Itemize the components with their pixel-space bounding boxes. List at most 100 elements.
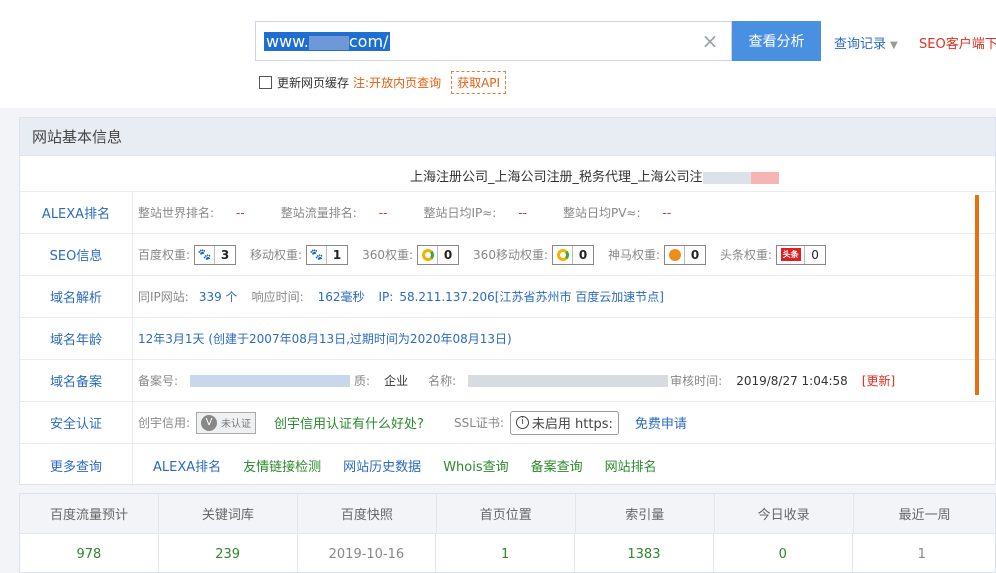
domain-resolve-label[interactable]: 域名解析 [20, 276, 133, 317]
search-input[interactable]: www. com/ [264, 31, 391, 53]
ssl-label: SSL证书: [453, 416, 504, 430]
clear-icon[interactable]: × [699, 30, 721, 52]
more-query-links: ALEXA排名 友情链接检测 网站历史数据 Whois查询 备案查询 网站排名 [133, 456, 657, 475]
more-link-history[interactable]: 网站历史数据 [343, 456, 421, 475]
basic-info-panel: 网站基本信息 上海注册公司_上海公司注册_税务代理_上海公司注 ALEXA排名 … [19, 117, 996, 486]
ssl-status-button[interactable]: i 未启用 https: [509, 410, 619, 435]
note-prefix: 注: [353, 75, 370, 90]
world-rank-label: 整站世界排名: [138, 206, 215, 220]
chuangyu-benefit-link[interactable]: 创宇信用认证有什么好处? [274, 413, 424, 432]
traffic-rank-label: 整站流量排名: [280, 206, 357, 220]
seo-row: SEO信息 百度权重: 🐾 3 移动权重: 🐾 1 360权重: 0 360移动权重… [20, 234, 995, 276]
get-api-button[interactable]: 获取API [451, 70, 507, 94]
mobile-weight-value: 1 [332, 247, 342, 262]
more-link-icp[interactable]: 备案查询 [531, 456, 583, 475]
more-query-label[interactable]: 更多查询 [20, 444, 133, 486]
redacted-title-2 [750, 171, 779, 184]
shenma-weight-value: 0 [690, 247, 700, 262]
inner-page-note: 注:开放内页查询 [353, 74, 441, 91]
shenma-weight-label: 神马权重: [608, 248, 661, 262]
url-search-box[interactable]: www. com/ × [255, 21, 732, 61]
stats-header-row: 百度流量预计 关键词库 百度快照 首页位置 索引量 今日收录 最近一周 [20, 494, 995, 534]
redacted-icp-number [190, 374, 351, 387]
stats-baidu-traffic[interactable]: 978 [20, 534, 159, 573]
more-link-site-rank[interactable]: 网站排名 [605, 456, 657, 475]
stats-keywords[interactable]: 239 [159, 534, 298, 573]
world-rank-value: -- [236, 205, 245, 220]
domain-age-value[interactable]: 12年3月1天 (创建于2007年08月13日,过期时间为2020年08月13日… [138, 330, 512, 347]
chuangyu-badge[interactable]: V 未认证 [196, 411, 257, 434]
icp-update-link[interactable]: [更新] [862, 372, 895, 389]
baidu-weight-badge[interactable]: 🐾 3 [194, 244, 237, 265]
toutiao-icon-text: 头条 [780, 248, 801, 261]
icp-row: 域名备案 备案号: 质: 企业 名称: 审核时间: 2019/8/27 1:04… [20, 360, 995, 402]
domain-age-row: 域名年龄 12年3月1天 (创建于2007年08月13日,过期时间为2020年0… [20, 318, 995, 360]
ip-value[interactable]: 58.211.137.206[江苏省苏州市 百度云加速节点] [399, 288, 664, 305]
more-link-friendlinks[interactable]: 友情链接检测 [243, 456, 321, 475]
chuangyu-label: 创宇信用: [138, 416, 191, 430]
history-label: 查询记录 [834, 37, 887, 52]
seo-client-link[interactable]: SEO客户端下 [919, 33, 996, 52]
stats-header: 最近一周 [898, 508, 951, 523]
response-time-value: 162毫秒 [317, 290, 365, 304]
more-link-alexa[interactable]: ALEXA排名 [153, 456, 221, 475]
domain-resolve-row: 域名解析 同IP网站: 339 个 响应时间: 162毫秒 IP: 58.211… [20, 276, 995, 318]
icp-nature-value: 企业 [384, 374, 409, 388]
stats-snapshot: 2019-10-16 [298, 534, 437, 573]
icp-audit-label: 审核时间: [670, 374, 723, 388]
toutiao-weight-label: 头条权重: [720, 248, 773, 262]
search-input-selection: www. com/ [264, 32, 391, 51]
security-values: 创宇信用: V 未认证 创宇信用认证有什么好处? SSL证书: i 未启用 http… [133, 410, 687, 435]
domain-age-label[interactable]: 域名年龄 [20, 318, 133, 359]
traffic-rank-value: -- [378, 205, 388, 220]
icp-values: 备案号: 质: 企业 名称: 审核时间: 2019/8/27 1:04:58 [… [133, 372, 895, 389]
refresh-cache-checkbox[interactable] [259, 75, 272, 89]
icp-label[interactable]: 域名备案 [20, 360, 133, 401]
redacted-icp-name [468, 374, 669, 387]
icp-nature-label: 质: [354, 374, 371, 388]
mobile-weight-badge[interactable]: 🐾 1 [306, 244, 349, 265]
domain-resolve-values: 同IP网站: 339 个 响应时间: 162毫秒 IP: 58.211.137.… [133, 288, 664, 305]
shenma-weight-badge[interactable]: 0 [664, 244, 707, 265]
seo-values: 百度权重: 🐾 3 移动权重: 🐾 1 360权重: 0 360移动权重: 0 神马… [133, 244, 840, 265]
toutiao-weight-badge[interactable]: 头条 0 [776, 244, 827, 265]
stats-index-count[interactable]: 1383 [575, 534, 714, 573]
stats-today-indexed[interactable]: 0 [714, 534, 853, 573]
baidu-weight-value: 3 [220, 247, 230, 262]
more-query-row: 更多查询 ALEXA排名 友情链接检测 网站历史数据 Whois查询 备案查询 … [20, 444, 995, 486]
note-text: 开放内页查询 [369, 75, 442, 90]
baidu-weight-label: 百度权重: [138, 248, 191, 262]
analyze-button[interactable]: 查看分析 [732, 21, 821, 61]
s360-mobile-ring-icon [553, 245, 573, 264]
ssl-apply-link[interactable]: 免费申请 [635, 413, 687, 432]
same-ip-value[interactable]: 339 个 [199, 288, 238, 305]
stats-header: 百度快照 [298, 494, 437, 533]
stats-header: 关键词库 [159, 494, 298, 533]
s360-mobile-weight-label: 360移动权重: [473, 248, 548, 262]
seo-label[interactable]: SEO信息 [20, 234, 133, 275]
same-ip-label: 同IP网站: [138, 290, 189, 304]
s360-weight-label: 360权重: [362, 248, 414, 262]
icp-number-label: 备案号: [138, 374, 179, 388]
security-label[interactable]: 安全认证 [20, 402, 133, 443]
stats-header: 今日收录 [715, 494, 854, 533]
refresh-cache-label: 更新网页缓存 [277, 75, 350, 90]
mobile-weight-label: 移动权重: [250, 248, 303, 262]
chevron-down-icon: ▼ [890, 40, 898, 51]
s360-mobile-weight-value: 0 [578, 247, 588, 262]
more-link-whois[interactable]: Whois查询 [443, 456, 508, 475]
site-title-row: 上海注册公司_上海公司注册_税务代理_上海公司注 [20, 156, 995, 192]
toutiao-weight-value: 0 [811, 247, 819, 262]
redacted-domain [308, 35, 349, 50]
daily-ip-label: 整站日均IP≈: [423, 206, 497, 220]
icp-audit-value: 2019/8/27 1:04:58 [736, 373, 848, 388]
s360-mobile-weight-badge[interactable]: 0 [552, 244, 594, 265]
s360-weight-badge[interactable]: 0 [417, 244, 460, 265]
url-suffix: com/ [348, 32, 389, 51]
alexa-label[interactable]: ALEXA排名 [20, 192, 133, 233]
alexa-row: ALEXA排名 整站世界排名: -- 整站流量排名: -- 整站日均IP≈: -… [20, 192, 995, 234]
history-dropdown[interactable]: 查询记录 ▼ [834, 33, 898, 52]
stats-header: 百度流量预计 [20, 494, 159, 533]
icp-name-label: 名称: [428, 374, 457, 388]
stats-home-position[interactable]: 1 [436, 534, 576, 573]
